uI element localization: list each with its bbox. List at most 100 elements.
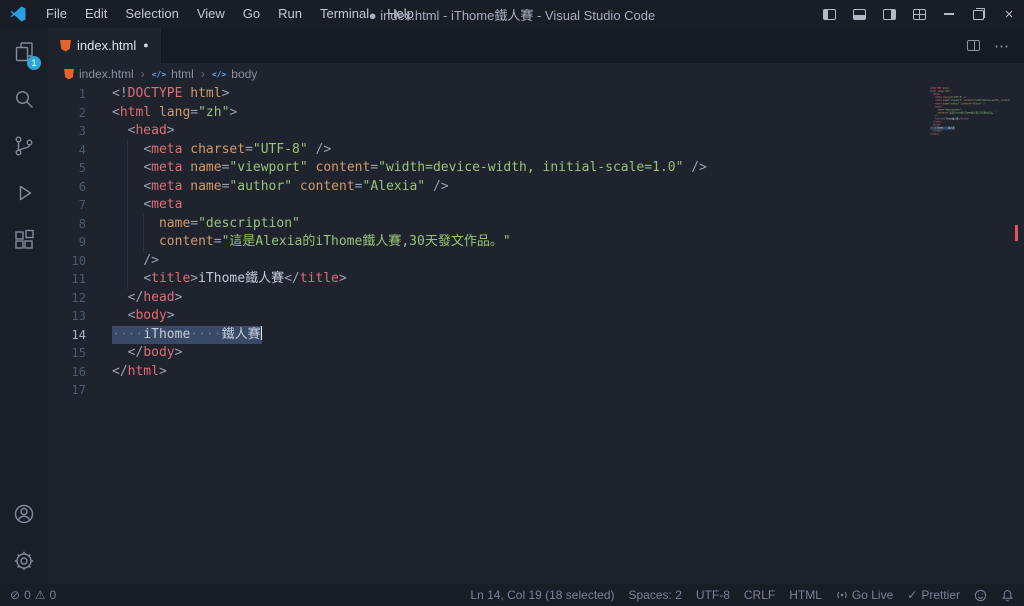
line-number[interactable]: 4 (48, 141, 86, 160)
encoding-status[interactable]: UTF-8 (696, 588, 730, 602)
sidebar-item-run-debug[interactable] (0, 169, 48, 216)
toggle-sidebar-icon[interactable] (814, 0, 844, 28)
line-number[interactable]: 6 (48, 178, 86, 197)
vscode-logo (10, 6, 26, 22)
go-live-label: Go Live (851, 588, 894, 602)
indentation-status[interactable]: Spaces: 2 (629, 588, 682, 602)
go-live-button[interactable]: Go Live (836, 588, 893, 602)
html-file-icon (60, 39, 71, 52)
minimap[interactable]: <!DOCTYPE html> <html lang="zh"> <head> <… (930, 87, 1010, 217)
code-line[interactable]: 17 (48, 381, 1024, 400)
breadcrumb-body[interactable]: body (231, 67, 257, 81)
language-mode[interactable]: HTML (789, 588, 822, 602)
line-number[interactable]: 5 (48, 159, 86, 178)
eol-status[interactable]: CRLF (744, 588, 775, 602)
sidebar-item-source-control[interactable] (0, 122, 48, 169)
menu-item-file[interactable]: File (37, 0, 76, 28)
problems-indicator[interactable]: ⊘ 0 ⚠ 0 (10, 588, 56, 602)
line-number[interactable]: 8 (48, 215, 86, 234)
code-line[interactable]: 10 /> (48, 252, 1024, 271)
menu-item-help[interactable]: Help (378, 0, 423, 28)
menu-item-view[interactable]: View (188, 0, 234, 28)
more-actions-icon[interactable]: ⋯ (994, 37, 1010, 55)
notifications-button[interactable] (1001, 589, 1014, 602)
activity-bar: 1 (0, 28, 48, 584)
modified-dot-icon[interactable]: ● (143, 41, 148, 50)
minimize-button[interactable] (934, 0, 964, 28)
code-line[interactable]: 7 <meta (48, 196, 1024, 215)
line-number[interactable]: 1 (48, 85, 86, 104)
tab-label: index.html (77, 38, 137, 53)
code-line[interactable]: 8 name="description" (48, 215, 1024, 234)
customize-layout-icon[interactable] (904, 0, 934, 28)
symbol-element-icon: </> (151, 69, 167, 79)
code-line[interactable]: 13 <body> (48, 307, 1024, 326)
sidebar-item-extensions[interactable] (0, 216, 48, 263)
line-number[interactable]: 11 (48, 270, 86, 289)
account-icon (14, 504, 34, 523)
indent-guide (143, 214, 144, 252)
restore-button[interactable] (964, 0, 994, 28)
menu-item-terminal[interactable]: Terminal (311, 0, 378, 28)
html-file-icon (64, 68, 74, 80)
indent-guide (127, 140, 128, 289)
search-icon (15, 90, 33, 108)
menu-item-selection[interactable]: Selection (116, 0, 187, 28)
code-line[interactable]: 3 <head> (48, 122, 1024, 141)
line-number[interactable]: 17 (48, 381, 86, 400)
toggle-secondary-sidebar-icon[interactable] (874, 0, 904, 28)
bell-icon (1002, 589, 1013, 601)
code-line[interactable]: 16 </html> (48, 363, 1024, 382)
code-line[interactable]: 9 content="這是Alexia的iThome鐵人賽,30天發文作品。" (48, 233, 1024, 252)
settings-button[interactable] (0, 537, 48, 584)
code-editor[interactable]: 1 <!DOCTYPE html> 2 <html lang="zh"> 3 <head… (48, 85, 1024, 584)
accounts-button[interactable] (0, 490, 48, 537)
code-line[interactable]: 5 <meta name="viewport" content="width=d… (48, 159, 1024, 178)
code-line[interactable]: 6 <meta name="author" content="Alexia" /… (48, 178, 1024, 197)
source-control-icon (15, 136, 33, 156)
line-number[interactable]: 9 (48, 233, 86, 252)
line-number[interactable]: 10 (48, 252, 86, 271)
formatter-label: Prettier (921, 588, 960, 602)
line-number[interactable]: 2 (48, 104, 86, 123)
code-line[interactable]: 15 </body> (48, 344, 1024, 363)
menu-item-run[interactable]: Run (269, 0, 311, 28)
close-button[interactable]: × (994, 0, 1024, 28)
breadcrumb-file[interactable]: index.html (79, 67, 134, 81)
code-line[interactable]: 1 <!DOCTYPE html> (48, 85, 1024, 104)
sidebar-item-explorer[interactable]: 1 (0, 28, 48, 75)
split-editor-icon[interactable] (967, 40, 980, 51)
line-number[interactable]: 13 (48, 307, 86, 326)
overview-ruler-mark (1015, 225, 1018, 241)
line-number[interactable]: 14 (48, 326, 86, 345)
line-number[interactable]: 15 (48, 344, 86, 363)
title-bar: File Edit Selection View Go Run Terminal… (0, 0, 1024, 28)
formatter-status[interactable]: ✓ Prettier (907, 588, 960, 602)
cursor-position[interactable]: Ln 14, Col 19 (18 selected) (470, 588, 614, 602)
toggle-panel-icon[interactable] (844, 0, 874, 28)
code-line[interactable]: 4 <meta charset="UTF-8" /> (48, 141, 1024, 160)
editor-group: index.html ● ⋯ index.html › </> html › <… (48, 28, 1024, 584)
code-line[interactable]: 11 <title>iThome鐵人賽</title> (48, 270, 1024, 289)
breadcrumb-html[interactable]: html (171, 67, 194, 81)
code-line[interactable]: 14 ····iThome····鐵人賽 (48, 325, 1024, 345)
feedback-button[interactable] (974, 589, 987, 602)
extensions-icon (15, 229, 34, 249)
code-line[interactable]: 2 <html lang="zh"> (48, 104, 1024, 123)
line-number[interactable]: 16 (48, 363, 86, 382)
menu-item-go[interactable]: Go (234, 0, 269, 28)
explorer-badge: 1 (27, 56, 41, 70)
code-line[interactable]: 12 </head> (48, 289, 1024, 308)
tab-index-html[interactable]: index.html ● (48, 28, 162, 63)
warning-icon: ⚠ (34, 588, 46, 602)
line-number[interactable]: 12 (48, 289, 86, 308)
text-cursor (260, 325, 263, 340)
symbol-element-icon: </> (211, 69, 227, 79)
smiley-icon (974, 589, 987, 601)
code-lines: 1 <!DOCTYPE html> 2 <html lang="zh"> 3 <head… (48, 85, 1024, 400)
line-number[interactable]: 7 (48, 196, 86, 215)
line-number[interactable]: 3 (48, 122, 86, 141)
menu-item-edit[interactable]: Edit (76, 0, 116, 28)
sidebar-item-search[interactable] (0, 75, 48, 122)
